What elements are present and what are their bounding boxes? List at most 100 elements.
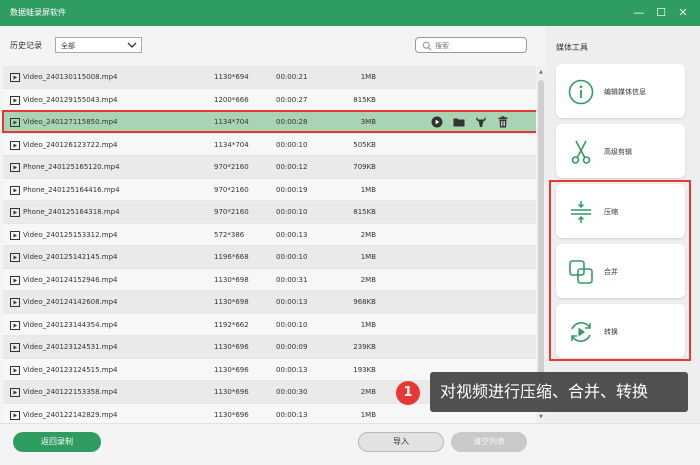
file-name: Phone_240125165120.mp4: [23, 163, 120, 171]
close-button[interactable]: ✕: [674, 4, 692, 22]
file-resolution: 1200*666: [214, 95, 249, 104]
file-name: Video_240124152946.mp4: [23, 275, 118, 284]
file-resolution: 970*2160: [214, 163, 249, 171]
list-item[interactable]: Video_240124142608.mp4 1130*698 00:00:13…: [3, 291, 536, 314]
scroll-down-icon[interactable]: ▼: [539, 414, 543, 420]
list-item[interactable]: Video_240123124531.mp4 1130*696 00:00:09…: [3, 336, 536, 359]
video-file-icon: [10, 163, 20, 172]
file-name: Video_240123124531.mp4: [23, 343, 118, 351]
file-size: 2MB: [360, 388, 376, 396]
back-to-record-button[interactable]: 返回录制: [13, 432, 101, 452]
file-size: 2MB: [360, 275, 376, 284]
file-size: 193KB: [353, 365, 376, 374]
filter-select-value: 全部: [61, 42, 75, 50]
edit-media-info-button[interactable]: 编辑媒体信息: [556, 64, 685, 118]
step-badge: 1: [396, 381, 420, 405]
list-item[interactable]: Video_240123144354.mp4 1192*662 00:00:10…: [3, 313, 536, 336]
file-duration: 00:00:10: [276, 253, 308, 261]
video-file-icon: [10, 365, 20, 375]
file-name: Video_240130115008.mp4: [23, 73, 118, 81]
file-resolution: 1130*696: [214, 410, 249, 419]
search-input[interactable]: [435, 40, 523, 51]
search-box[interactable]: [415, 37, 527, 53]
file-resolution: 1130*696: [214, 388, 249, 396]
title-bar: 数据蛙录屏软件 — ☐ ✕: [0, 0, 700, 26]
file-resolution: 1130*696: [214, 365, 249, 374]
scroll-up-icon[interactable]: ▲: [539, 69, 543, 75]
file-duration: 00:00:13: [276, 230, 308, 239]
video-file-icon: [10, 230, 20, 240]
file-size: 709KB: [353, 163, 376, 171]
video-file-icon: [10, 73, 20, 82]
list-item[interactable]: Phone_240125164318.mp4 970*2160 00:00:10…: [3, 201, 536, 224]
import-button[interactable]: 导入: [358, 432, 444, 452]
file-size: 815KB: [353, 95, 376, 104]
chevron-down-icon: [127, 42, 137, 48]
list-item[interactable]: Video_240130115008.mp4 1130*694 00:00:21…: [3, 66, 536, 89]
file-duration: 00:00:09: [276, 343, 308, 351]
scrollbar-thumb[interactable]: [538, 80, 544, 398]
video-file-icon: [10, 140, 20, 150]
file-duration: 00:00:13: [276, 365, 308, 374]
window-title: 数据蛙录屏软件: [10, 8, 66, 17]
file-name: Video_240123144354.mp4: [23, 320, 118, 329]
file-resolution: 1130*694: [214, 73, 249, 81]
annotation-callout: 对视频进行压缩、合并、转换: [430, 372, 688, 412]
list-item[interactable]: Video_240129155043.mp4 1200*666 00:00:27…: [3, 88, 536, 111]
file-name: Video_240126123722.mp4: [23, 140, 118, 149]
file-resolution: 1134*704: [214, 140, 249, 149]
file-size: 1MB: [360, 185, 376, 194]
footer-bar: [0, 423, 700, 465]
search-icon: [422, 41, 432, 51]
list-item[interactable]: Video_240126123722.mp4 1134*704 00:00:10…: [3, 133, 536, 156]
file-duration: 00:00:10: [276, 140, 308, 149]
file-duration: 00:00:10: [276, 208, 308, 216]
file-resolution: 1130*696: [214, 343, 249, 351]
advanced-edit-button[interactable]: 高级剪辑: [556, 124, 685, 178]
video-file-icon: [10, 275, 20, 285]
video-file-icon: [10, 95, 20, 105]
list-item[interactable]: Phone_240125164416.mp4 970*2160 00:00:19…: [3, 178, 536, 201]
video-file-icon: [10, 208, 20, 217]
info-icon: [568, 79, 594, 105]
file-resolution: 1192*662: [214, 320, 249, 329]
list-item[interactable]: Phone_240125165120.mp4 970*2160 00:00:12…: [3, 156, 536, 179]
file-size: 1MB: [360, 73, 376, 81]
file-resolution: 1130*698: [214, 275, 249, 284]
file-duration: 00:00:27: [276, 95, 308, 104]
filter-select[interactable]: 全部: [55, 37, 142, 53]
file-name: Phone_240125164416.mp4: [23, 185, 120, 194]
video-file-icon: [10, 343, 20, 352]
video-file-icon: [10, 253, 20, 262]
file-duration: 00:00:12: [276, 163, 308, 171]
file-name: Video_240125142145.mp4: [23, 253, 118, 261]
video-file-icon: [10, 298, 20, 307]
file-duration: 00:00:19: [276, 185, 308, 194]
edit-media-info-label: 编辑媒体信息: [604, 88, 646, 96]
file-resolution: 970*2160: [214, 185, 249, 194]
media-tools-title: 媒体工具: [556, 43, 588, 52]
video-file-icon: [10, 410, 20, 420]
file-size: 2MB: [360, 230, 376, 239]
file-resolution: 970*2160: [214, 208, 249, 216]
list-item[interactable]: Video_240125153312.mp4 572*386 00:00:13 …: [3, 223, 536, 246]
file-resolution: 572*386: [214, 230, 245, 239]
minimize-button[interactable]: —: [630, 4, 648, 22]
scissors-icon: [571, 140, 591, 164]
video-file-icon: [10, 185, 20, 195]
file-name: Video_240122142829.mp4: [23, 410, 118, 419]
file-duration: 00:00:10: [276, 320, 308, 329]
list-item[interactable]: Video_240124152946.mp4 1130*698 00:00:31…: [3, 268, 536, 291]
file-name: Video_240125153312.mp4: [23, 230, 118, 239]
file-size: 1MB: [360, 253, 376, 261]
advanced-edit-label: 高级剪辑: [604, 148, 632, 156]
selected-row-highlight: [2, 110, 538, 133]
list-scrollbar[interactable]: ▲ ▼: [536, 66, 546, 423]
maximize-button[interactable]: ☐: [652, 4, 670, 22]
file-name: Video_240124142608.mp4: [23, 298, 118, 306]
list-item[interactable]: Video_240125142145.mp4 1196*668 00:00:10…: [3, 246, 536, 269]
file-duration: 00:00:13: [276, 410, 308, 419]
file-duration: 00:00:13: [276, 298, 308, 306]
clear-list-button[interactable]: 清空列表: [451, 432, 527, 452]
file-duration: 00:00:21: [276, 73, 308, 81]
